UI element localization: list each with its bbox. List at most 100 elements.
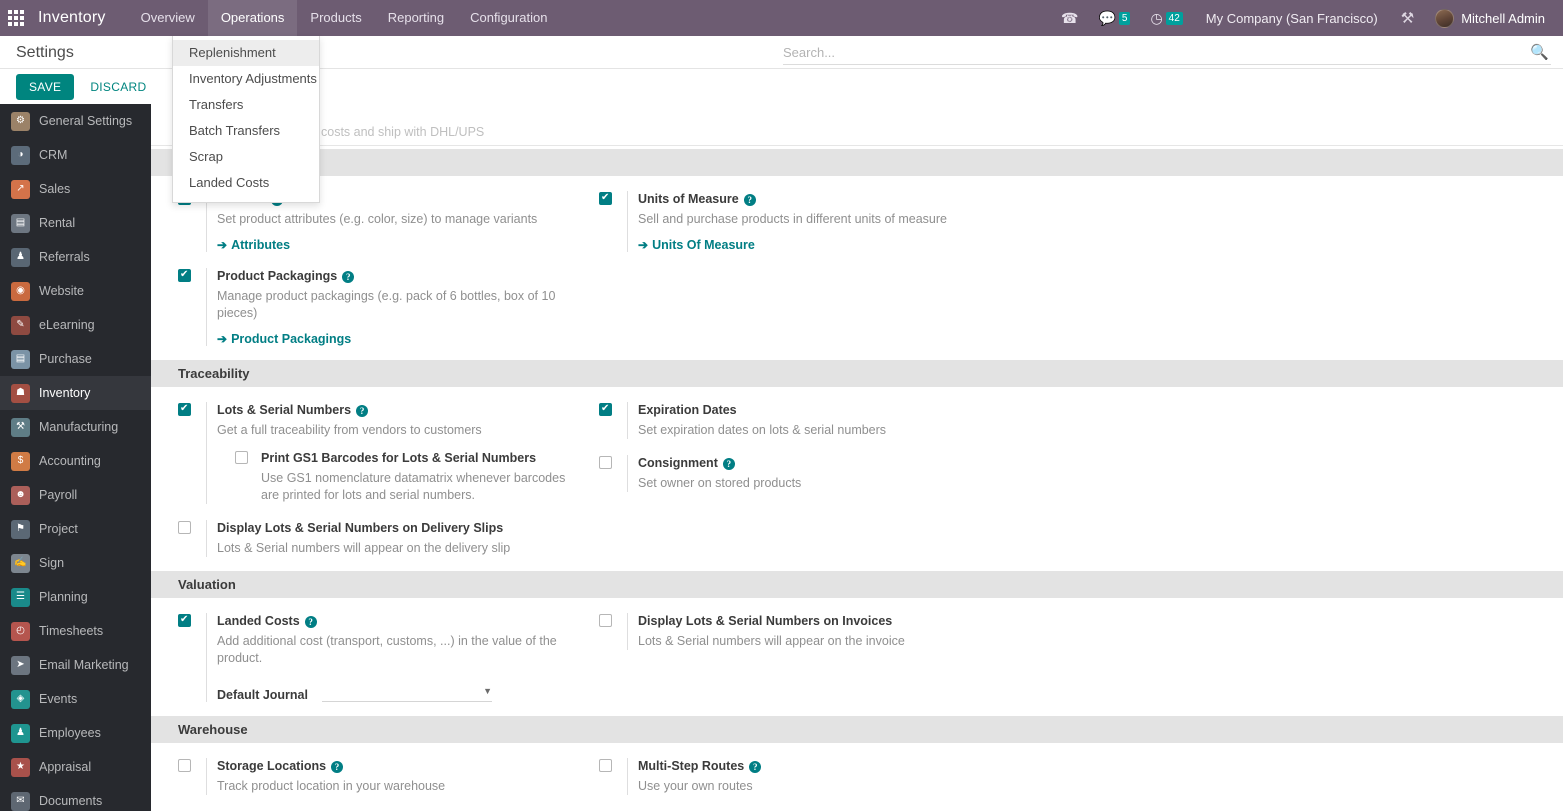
sidebar-item-label: CRM	[39, 148, 68, 162]
checkbox-units-of-measure[interactable]	[599, 191, 612, 205]
magnifier-icon[interactable]: 🔍	[1530, 43, 1549, 61]
save-button[interactable]: SAVE	[16, 73, 75, 100]
sidebar-item-manufacturing[interactable]: ⚒ Manufacturing	[0, 410, 151, 444]
setting-body: Consignment? Set owner on stored products	[627, 455, 993, 492]
accounting-icon: $	[11, 451, 30, 471]
phone-icon[interactable]: ☎	[1052, 0, 1087, 36]
checkbox-wrap	[599, 758, 627, 795]
activities-button[interactable]: ◷ 42	[1141, 0, 1191, 36]
setting-label: Storage Locations	[217, 759, 327, 773]
setting-label: Lots & Serial Numbers	[217, 403, 352, 417]
systray: ☎ 💬 5 ◷ 42 My Company (San Francisco) ⚒ …	[1052, 0, 1563, 36]
menu-products[interactable]: Products	[297, 0, 374, 36]
help-question-icon[interactable]: ?	[331, 760, 344, 773]
checkbox-consignment[interactable]	[599, 456, 612, 469]
sidebar-item-events[interactable]: ◈ Events	[0, 682, 151, 716]
help-question-icon[interactable]: ?	[356, 404, 369, 417]
menu-configuration[interactable]: Configuration	[457, 0, 560, 36]
sidebar-item-website[interactable]: ◉ Website	[0, 274, 151, 308]
settings-column-right: Multi-Step Routes? Use your own routes	[572, 758, 993, 795]
company-switcher[interactable]: My Company (San Francisco)	[1194, 11, 1390, 26]
partial-setting-row: costs and ship with DHL/UPS	[151, 104, 1563, 146]
checkbox-storage-locations[interactable]	[178, 759, 191, 772]
menu-reporting[interactable]: Reporting	[375, 0, 457, 36]
sub-setting-body: Print GS1 Barcodes for Lots & Serial Num…	[261, 450, 572, 504]
avatar	[1435, 8, 1455, 28]
setting-description: Sell and purchase products in different …	[638, 212, 947, 226]
tools-wrench-icon[interactable]: ⚒	[1392, 0, 1423, 36]
dropdown-item-scrap[interactable]: Scrap	[173, 144, 319, 170]
setting-lots-serial-numbers: Lots & Serial Numbers? Get a full traceab…	[178, 402, 572, 504]
internal-link-attributes[interactable]: ➔ Attributes	[217, 238, 290, 252]
sidebar-item-email-marketing[interactable]: ➤ Email Marketing	[0, 648, 151, 682]
search-container: 🔍	[783, 40, 1551, 65]
checkbox-display-lots-on-delivery-slips[interactable]	[178, 521, 191, 534]
help-question-icon[interactable]: ?	[722, 457, 735, 470]
discard-button[interactable]: DISCARD	[80, 75, 156, 99]
dropdown-item-transfers[interactable]: Transfers	[173, 92, 319, 118]
sidebar-item-general-settings[interactable]: ⚙ General Settings	[0, 104, 151, 138]
internal-link-units-of-measure[interactable]: ➔ Units Of Measure	[638, 238, 755, 252]
settings-column-right: Expiration Dates Set expiration dates on …	[572, 402, 993, 557]
default-journal-select[interactable]: ▼	[322, 683, 492, 702]
user-menu[interactable]: Mitchell Admin	[1425, 8, 1551, 28]
internal-link-product-packagings[interactable]: ➔ Product Packagings	[217, 332, 351, 346]
sidebar-item-label: Timesheets	[39, 624, 104, 638]
sidebar-item-elearning[interactable]: ✎ eLearning	[0, 308, 151, 342]
operations-dropdown-menu[interactable]: Replenishment Inventory Adjustments Transf…	[172, 36, 320, 203]
checkbox-expiration-dates[interactable]	[599, 402, 612, 416]
sidebar-item-referrals[interactable]: ♟ Referrals	[0, 240, 151, 274]
help-question-icon[interactable]: ?	[304, 615, 317, 628]
settings-column-left: Landed Costs? Add additional cost (transp…	[151, 613, 572, 702]
checkbox-wrap	[178, 520, 206, 557]
setting-label: Multi-Step Routes	[638, 759, 745, 773]
setting-title-row: Lots & Serial Numbers?	[217, 402, 572, 419]
setting-body: Expiration Dates Set expiration dates on …	[627, 402, 993, 439]
sidebar-item-employees[interactable]: ♟ Employees	[0, 716, 151, 750]
help-question-icon[interactable]: ?	[743, 193, 756, 206]
inventory-boxes-icon: ☗	[11, 383, 30, 403]
messages-button[interactable]: 💬 5	[1089, 0, 1139, 36]
sidebar-item-project[interactable]: ⚑ Project	[0, 512, 151, 546]
checkbox-lots-serial-numbers[interactable]	[178, 402, 191, 416]
app-brand-inventory[interactable]: Inventory	[32, 0, 128, 36]
sidebar-item-planning[interactable]: ☰ Planning	[0, 580, 151, 614]
sidebar-item-purchase[interactable]: ▤ Purchase	[0, 342, 151, 376]
sidebar-item-crm[interactable]: ◑ CRM	[0, 138, 151, 172]
checkbox-display-lots-on-invoices[interactable]	[599, 614, 612, 627]
sidebar-item-rental[interactable]: ▤ Rental	[0, 206, 151, 240]
sidebar-item-payroll[interactable]: ☻ Payroll	[0, 478, 151, 512]
sidebar-item-accounting[interactable]: $ Accounting	[0, 444, 151, 478]
sidebar-item-sign[interactable]: ✍ Sign	[0, 546, 151, 580]
help-question-icon[interactable]: ?	[749, 760, 762, 773]
checkbox-landed-costs[interactable]	[178, 613, 191, 627]
checkbox-wrap	[178, 402, 206, 504]
help-question-icon[interactable]: ?	[342, 270, 355, 283]
chevron-down-icon: ▼	[483, 686, 492, 696]
sidebar-item-appraisal[interactable]: ★ Appraisal	[0, 750, 151, 784]
website-globe-icon: ◉	[11, 281, 30, 301]
sidebar-item-documents[interactable]: ✉ Documents	[0, 784, 151, 811]
menu-operations[interactable]: Operations	[207, 0, 298, 36]
menu-overview[interactable]: Overview	[128, 0, 208, 36]
activities-count-badge: 42	[1165, 11, 1183, 25]
dropdown-item-inventory-adjustments[interactable]: Inventory Adjustments	[173, 66, 319, 92]
apps-launcher-button[interactable]	[0, 0, 32, 36]
appraisal-star-icon: ★	[11, 757, 30, 777]
sidebar-item-label: Events	[39, 692, 78, 706]
sidebar-item-timesheets[interactable]: ◴ Timesheets	[0, 614, 151, 648]
sidebar-item-inventory[interactable]: ☗ Inventory	[0, 376, 151, 410]
dropdown-item-landed-costs[interactable]: Landed Costs	[173, 170, 319, 196]
checkbox-product-packagings[interactable]	[178, 268, 191, 282]
section-body-valuation: Landed Costs? Add additional cost (transp…	[151, 598, 1563, 716]
dropdown-item-replenishment[interactable]: Replenishment	[173, 40, 319, 66]
setting-description: Add additional cost (transport, customs,…	[217, 634, 557, 665]
checkbox-print-gs1-barcodes[interactable]	[235, 451, 248, 464]
search-input[interactable]	[783, 41, 1551, 63]
dropdown-item-batch-transfers[interactable]: Batch Transfers	[173, 118, 319, 144]
sidebar-item-sales[interactable]: ↗ Sales	[0, 172, 151, 206]
default-journal-row: Default Journal ▼	[217, 683, 572, 702]
sidebar-item-label: Payroll	[39, 488, 78, 502]
checkbox-multi-step-routes[interactable]	[599, 759, 612, 772]
settings-sidebar[interactable]: ⚙ General Settings ◑ CRM ↗ Sales ▤ Rental ♟ Refer…	[0, 104, 151, 811]
